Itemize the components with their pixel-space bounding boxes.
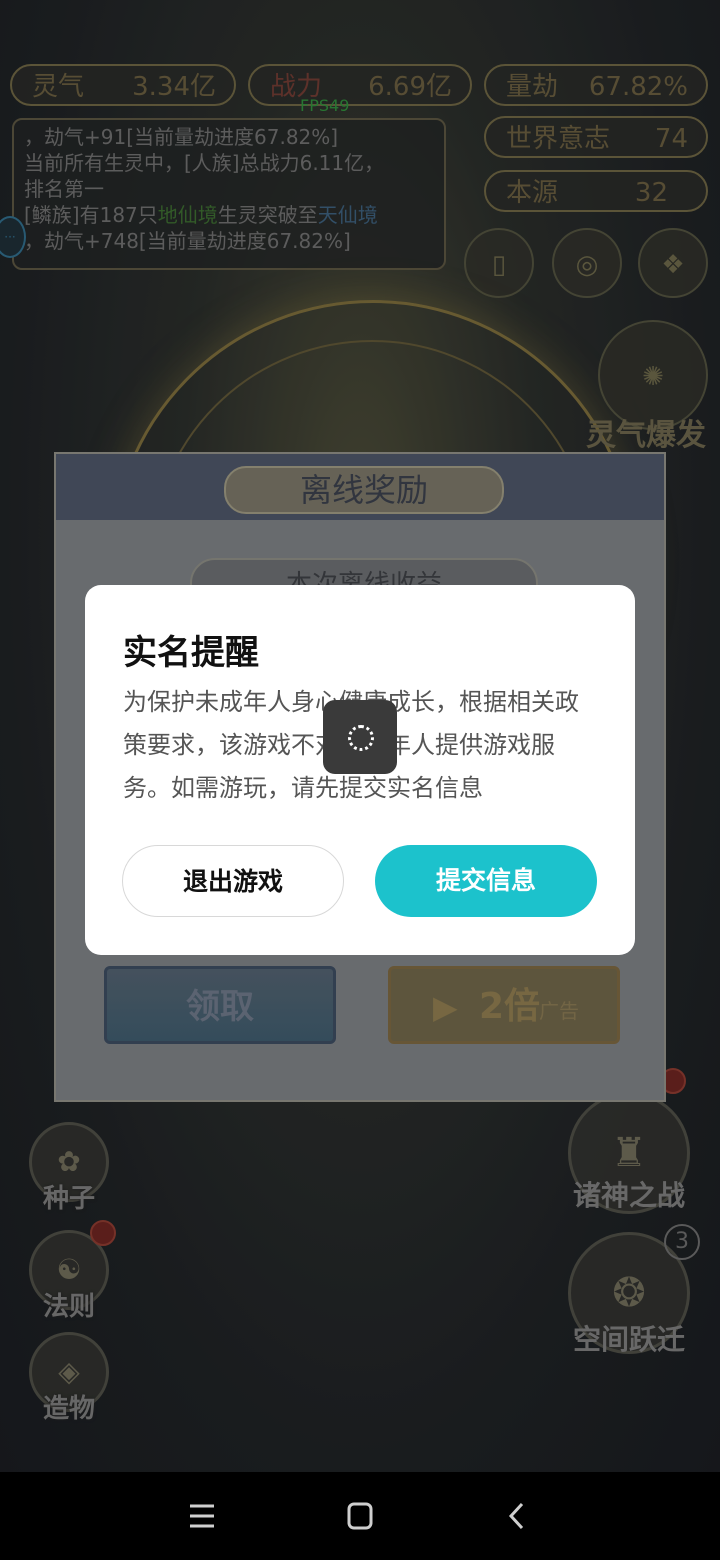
menu-icon[interactable] [182, 1498, 222, 1534]
exit-game-button[interactable]: 退出游戏 [122, 845, 344, 917]
navigation-bar [0, 1472, 720, 1560]
loading-indicator [323, 700, 397, 774]
spinner-icon [348, 725, 374, 751]
back-icon[interactable] [498, 1498, 538, 1534]
dialog-title: 实名提醒 [123, 633, 259, 673]
submit-info-button[interactable]: 提交信息 [375, 845, 597, 917]
home-icon[interactable] [340, 1498, 380, 1534]
